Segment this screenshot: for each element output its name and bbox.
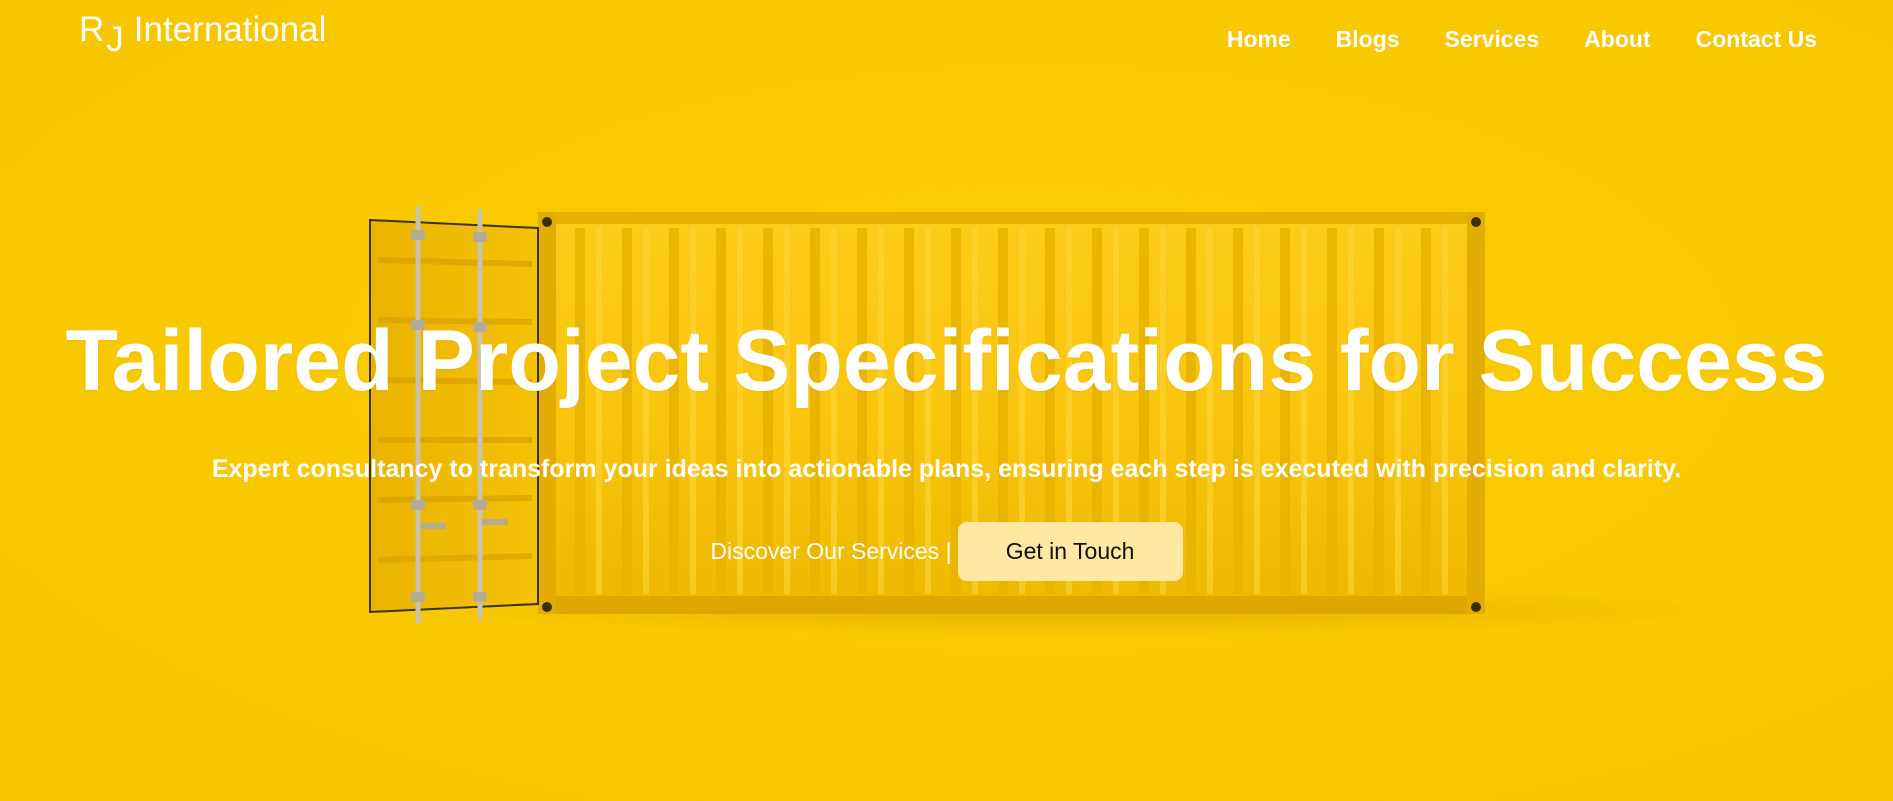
nav-blogs[interactable]: Blogs [1336,26,1400,53]
cta-row: Discover Our Services | Get in Touch [0,522,1893,581]
nav-services[interactable]: Services [1445,26,1540,53]
main-nav: Home Blogs Services About Contact Us [1182,26,1817,53]
nav-home[interactable]: Home [1227,26,1291,53]
hero-page: R J International Home Blogs Services Ab… [0,0,1893,801]
nav-about[interactable]: About [1584,26,1650,53]
logo-initial-r: R [79,10,105,49]
discover-services-link[interactable]: Discover Our Services | [710,538,951,565]
hero-title: Tailored Project Specifications for Succ… [65,313,1828,409]
get-in-touch-button[interactable]: Get in Touch [957,522,1183,581]
logo-name: International [133,10,327,49]
hero-subtitle: Expert consultancy to transform your ide… [211,455,1682,483]
logo-initial-j: J [106,20,124,59]
nav-contact-us[interactable]: Contact Us [1696,26,1817,53]
site-logo[interactable]: R J International [79,10,327,59]
